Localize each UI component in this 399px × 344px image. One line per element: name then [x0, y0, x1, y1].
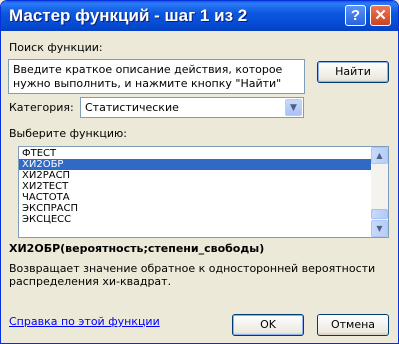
- function-listbox[interactable]: ФТЕСТ ХИ2ОБР ХИ2РАСП ХИ2ТЕСТ ЧАСТОТА ЭКС…: [18, 146, 389, 238]
- list-item[interactable]: ЭКСПРАСП: [19, 203, 372, 214]
- help-icon[interactable]: ?: [345, 5, 366, 26]
- vertical-scrollbar[interactable]: ▲ ▼: [371, 147, 388, 237]
- list-item-selected[interactable]: ХИ2ОБР: [19, 159, 372, 170]
- dialog-title: Мастер функций - шаг 1 из 2: [9, 6, 248, 25]
- close-icon[interactable]: ✕: [370, 5, 391, 26]
- find-button[interactable]: Найти: [317, 61, 389, 83]
- chevron-down-icon[interactable]: ▼: [285, 99, 302, 116]
- category-label: Категория:: [9, 101, 74, 114]
- ok-button[interactable]: OK: [232, 314, 304, 336]
- scroll-up-icon[interactable]: ▲: [371, 147, 388, 164]
- function-signature: ХИ2ОБР(вероятность;степени_свободы): [9, 242, 265, 255]
- cancel-button[interactable]: Отмена: [317, 314, 389, 336]
- list-item[interactable]: ХИ2РАСП: [19, 170, 372, 181]
- scroll-thumb[interactable]: [371, 209, 388, 219]
- category-value: Статистические: [85, 101, 179, 114]
- ok-button-label: OK: [260, 318, 276, 331]
- list-item[interactable]: ФТЕСТ: [19, 148, 372, 159]
- search-label: Поиск функции:: [9, 41, 103, 54]
- find-button-label: Найти: [335, 65, 371, 78]
- function-wizard-dialog: Мастер функций - шаг 1 из 2 ? ✕ Поиск фу…: [0, 0, 399, 344]
- category-select[interactable]: Статистические ▼: [80, 97, 304, 118]
- list-item[interactable]: ЭКСЦЕСС: [19, 214, 372, 225]
- scroll-down-icon[interactable]: ▼: [371, 220, 388, 237]
- function-help-link[interactable]: Справка по этой функции: [9, 315, 160, 328]
- list-item[interactable]: ЧАСТОТА: [19, 192, 372, 203]
- titlebar[interactable]: Мастер функций - шаг 1 из 2 ? ✕: [1, 1, 398, 31]
- search-input[interactable]: Введите краткое описание действия, котор…: [8, 59, 305, 94]
- function-description: Возвращает значение обратное к односторо…: [9, 262, 376, 288]
- function-list-label: Выберите функцию:: [9, 127, 127, 140]
- cancel-button-label: Отмена: [330, 318, 376, 331]
- list-item[interactable]: ХИ2ТЕСТ: [19, 181, 372, 192]
